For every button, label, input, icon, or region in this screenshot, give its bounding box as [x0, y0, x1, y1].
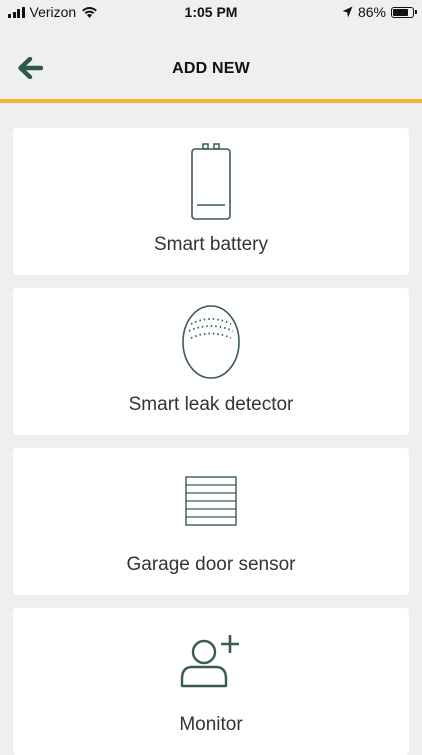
device-card-label: Smart battery [153, 234, 269, 255]
device-card-label: Smart leak detector [128, 394, 294, 415]
nav-bar: ADD NEW [0, 24, 422, 99]
device-card-smart-leak-detector[interactable]: Smart leak detector [13, 288, 409, 435]
status-bar: Verizon 1:05 PM 86% [0, 0, 422, 24]
garage-door-icon [185, 476, 237, 526]
page-title: ADD NEW [172, 60, 250, 77]
leak-detector-icon [182, 305, 240, 379]
battery-icon [391, 6, 417, 18]
battery-percent: 86% [357, 4, 386, 20]
location-arrow-icon [342, 6, 353, 18]
device-card-label: Garage door sensor [126, 554, 296, 575]
device-card-smart-battery[interactable]: Smart battery [13, 128, 409, 275]
device-card-monitor[interactable]: Monitor [13, 608, 409, 755]
status-right: 86% [342, 4, 417, 20]
nav-accent-divider [0, 99, 422, 103]
battery-icon [191, 143, 231, 220]
add-person-icon [180, 635, 239, 688]
device-card-garage-door-sensor[interactable]: Garage door sensor [13, 448, 409, 595]
device-card-label: Monitor [179, 714, 243, 735]
